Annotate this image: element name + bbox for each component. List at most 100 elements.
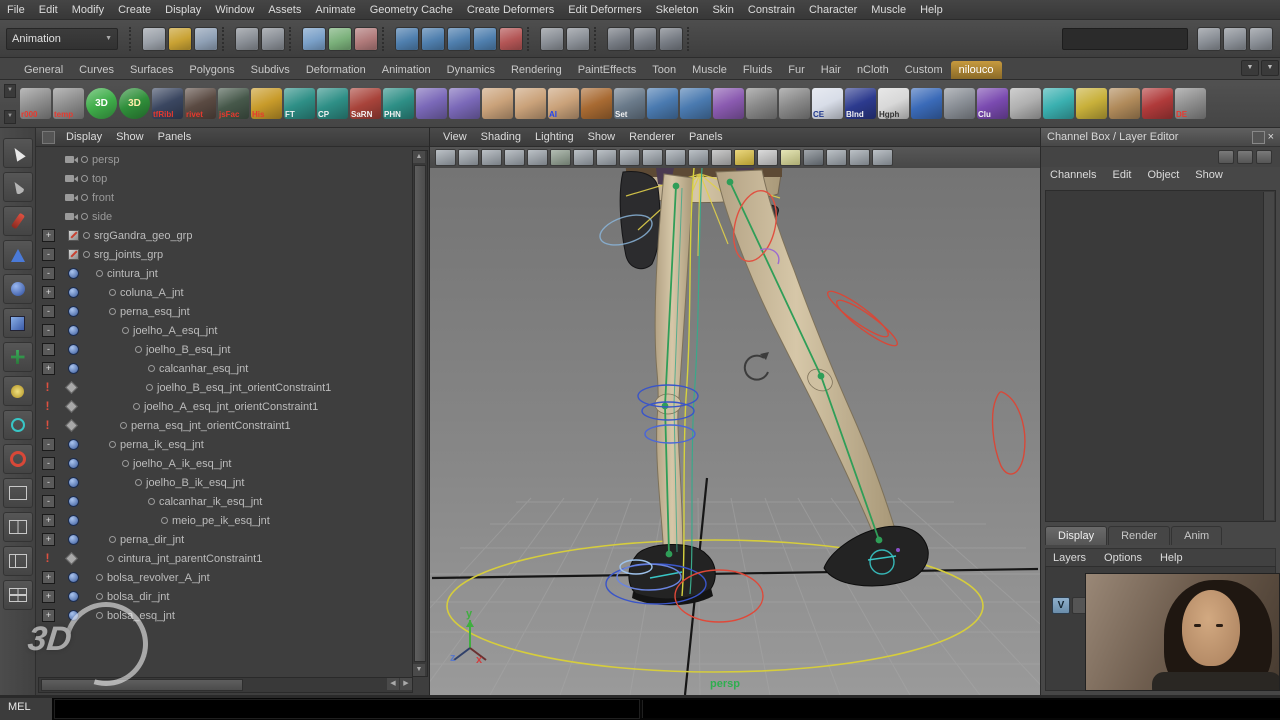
shelf-item[interactable]: 3D [119,88,150,119]
menubar-item[interactable]: Geometry Cache [363,2,460,18]
gate-mask-icon[interactable] [619,149,640,166]
two-pane-layout-button[interactable] [2,512,33,542]
shelf-tab[interactable]: PaintEffects [570,61,645,79]
scroll-down-icon[interactable]: ▼ [413,664,425,676]
outliner-item[interactable]: side [36,207,413,226]
menubar-item[interactable]: Animate [308,2,362,18]
save-scene-icon[interactable] [194,26,218,51]
command-line-input[interactable] [54,699,640,719]
channel-list[interactable] [1045,190,1276,522]
outliner-item[interactable]: + calcanhar_esq_jnt [36,359,413,378]
soft-modification-tool[interactable] [2,376,33,406]
panel-menu-icon[interactable] [42,130,55,144]
outliner-item[interactable]: + srgGandra_geo_grp [36,226,413,245]
shadows-icon[interactable] [803,149,824,166]
bookmarks-icon[interactable] [504,149,525,166]
menubar-item[interactable]: Character [802,2,864,18]
layer-editor-tab[interactable]: Render [1108,526,1171,545]
channel-pin-icon[interactable] [1256,150,1272,164]
menubar-item[interactable]: Create Deformers [460,2,561,18]
shelf-tab[interactable]: Deformation [298,61,374,79]
shelf-item[interactable] [482,88,513,119]
resolution-gate-icon[interactable] [596,149,617,166]
layer-visibility-toggle[interactable]: V [1052,597,1070,614]
menubar-item[interactable]: File [0,2,32,18]
expand-toggle[interactable]: + [42,571,55,584]
channel-box-menu-item[interactable]: Edit [1107,168,1136,182]
layer-editor-menu-item[interactable]: Options [1097,550,1149,566]
menubar-item[interactable]: Skin [705,2,740,18]
expand-toggle[interactable] [42,154,53,165]
shelf-item[interactable]: PHN [383,88,414,119]
lock-camera-icon[interactable] [458,149,479,166]
outliner-horizontal-scrollbar[interactable]: ◀ ▶ [38,677,413,693]
attribute-editor-toggle-icon[interactable] [1197,26,1221,51]
close-panel-icon[interactable]: × [1268,131,1274,143]
camera-attributes-icon[interactable] [481,149,502,166]
shelf-tab[interactable]: Muscle [684,61,735,79]
outliner-item[interactable]: + perna_dir_jnt [36,530,413,549]
expand-toggle[interactable]: - [42,343,55,356]
shelf-tab[interactable]: Subdivs [243,61,298,79]
expand-toggle[interactable]: - [42,495,55,508]
expand-toggle[interactable] [42,173,53,184]
snap-to-point-icon[interactable] [447,26,471,51]
layer-editor-tab[interactable]: Anim [1171,526,1223,545]
expand-toggle[interactable]: - [42,457,55,470]
viewport-menu-item[interactable]: Lighting [528,129,581,145]
expand-toggle[interactable]: + [42,229,55,242]
snap-to-grid-icon[interactable] [395,26,419,51]
xray-icon[interactable] [826,149,847,166]
outliner-item[interactable]: ! joelho_B_esq_jnt_orientConstraint1 [36,378,413,397]
construction-history-icon[interactable] [540,26,564,51]
menubar-item[interactable]: Create [111,2,158,18]
shelf-item[interactable]: Set [614,88,645,119]
paint-selection-tool[interactable] [2,206,33,236]
wireframe-icon[interactable] [711,149,732,166]
shelf-tab[interactable]: Hair [813,61,849,79]
viewport-menu-item[interactable]: Panels [682,129,730,145]
group-grip[interactable] [222,26,231,51]
expand-toggle[interactable]: + [42,609,55,622]
viewport-menu-item[interactable]: Renderer [622,129,682,145]
layer-editor-menu-item[interactable]: Layers [1046,550,1093,566]
menubar-item[interactable]: Edit Deformers [561,2,648,18]
use-lights-icon[interactable] [780,149,801,166]
shelf-item[interactable] [449,88,480,119]
group-grip[interactable] [527,26,536,51]
quick-select-input[interactable] [1062,27,1188,50]
select-object-icon[interactable] [328,26,352,51]
expand-toggle[interactable]: + [42,533,55,546]
menubar-item[interactable]: Edit [32,2,65,18]
expand-toggle[interactable]: + [42,286,55,299]
shelf-item[interactable] [1109,88,1140,119]
menubar-item[interactable]: Constrain [741,2,802,18]
shelf-item[interactable]: r000 [20,88,51,119]
tool-settings-toggle-icon[interactable] [1223,26,1247,51]
shelf-item[interactable] [779,88,810,119]
outliner-item[interactable]: + bolsa_esq_jnt [36,606,413,625]
expand-toggle[interactable]: ! [42,381,53,393]
menubar-item[interactable]: Window [208,2,261,18]
shelf-tab[interactable]: Toon [644,61,684,79]
scroll-thumb[interactable] [41,679,243,691]
textured-icon[interactable] [757,149,778,166]
shelf-item[interactable]: Clu [977,88,1008,119]
shelf-item[interactable]: SaRN [350,88,381,119]
shelf-item[interactable] [1043,88,1074,119]
outliner-item[interactable]: - calcanhar_ik_esq_jnt [36,492,413,511]
select-component-icon[interactable] [354,26,378,51]
group-grip[interactable] [289,26,298,51]
scroll-right-icon[interactable]: ▶ [400,678,412,690]
viewport-menu-item[interactable]: Shading [474,129,528,145]
shelf-tab[interactable]: Custom [897,61,951,79]
open-scene-icon[interactable] [168,26,192,51]
outliner-item[interactable]: ! cintura_jnt_parentConstraint1 [36,549,413,568]
channel-list-scrollbar[interactable] [1263,192,1274,520]
camera-tools-icon[interactable] [849,149,870,166]
shelf-tab[interactable]: Surfaces [122,61,181,79]
menubar-item[interactable]: Modify [65,2,111,18]
shelf-item[interactable] [1076,88,1107,119]
shelf-item[interactable]: CE [812,88,843,119]
expand-toggle[interactable]: + [42,590,55,603]
